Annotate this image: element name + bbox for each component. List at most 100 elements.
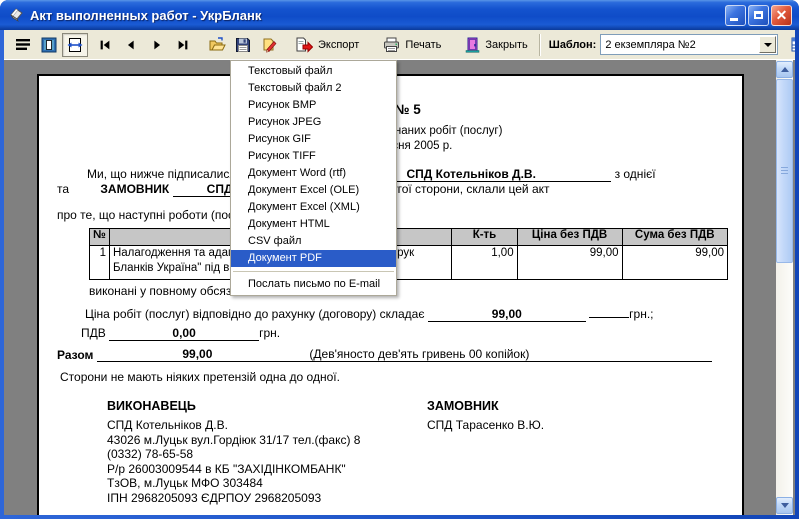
page-view-icon [41, 37, 57, 53]
parties-section: ВИКОНАВЕЦЬ СПД Котельніков Д.В. 43026 м.… [107, 399, 728, 505]
cell-qty: 1,00 [452, 246, 517, 280]
window-title: Акт выполненных работ - УкрБланк [30, 8, 725, 23]
cell-price: 99,00 [517, 246, 622, 280]
save-button[interactable] [230, 33, 256, 57]
close-preview-button[interactable]: Закрыть [460, 33, 532, 57]
minimize-icon [730, 18, 738, 21]
designer-button[interactable]: Дизайнер [786, 33, 795, 57]
app-window: Акт выполненных работ - УкрБланк ✕ [0, 0, 799, 519]
menu-item-html[interactable]: Документ HTML [231, 216, 396, 233]
after-table-note: виконані у повному обсязі. [89, 284, 728, 299]
app-icon [7, 6, 25, 24]
intro-line1-text: Ми, що нижче підписалися, [87, 167, 239, 181]
price-line-suffix: грн.; [629, 307, 653, 321]
last-page-button[interactable] [170, 33, 196, 57]
close-preview-label: Закрыть [485, 39, 527, 51]
page-width-view-button[interactable] [62, 33, 88, 57]
close-window-button[interactable]: ✕ [771, 5, 792, 26]
scroll-down-button[interactable] [776, 497, 793, 514]
customer-role-label: ЗАМОВНИК [100, 182, 169, 196]
menu-item-bmp[interactable]: Рисунок BMP [231, 97, 396, 114]
scrollbar-thumb[interactable] [776, 79, 793, 263]
vertical-scrollbar[interactable] [776, 60, 793, 515]
total-in-words: (Дев'яносто дев'ять гривень 00 копійок) [297, 347, 712, 362]
menu-separator [233, 271, 394, 272]
prev-page-button[interactable] [118, 33, 144, 57]
executor-line: СПД Котельніков Д.В. [107, 418, 427, 433]
save-icon [235, 37, 251, 53]
menu-item-jpeg[interactable]: Рисунок JPEG [231, 114, 396, 131]
executor-line: (0332) 78-65-58 [107, 447, 427, 462]
price-value-field: 99,00 [428, 308, 586, 322]
intro-line2-text: та [57, 182, 69, 196]
executor-line: ІПН 2968205093 ЄДРПОУ 2968205093 [107, 491, 427, 506]
vat-line: ПДВ 0,00грн. [81, 326, 728, 341]
template-combobox-value: 2 екземпляра №2 [605, 39, 695, 51]
first-page-icon [98, 38, 112, 52]
page-settings-button[interactable] [256, 33, 282, 57]
last-page-icon [176, 38, 190, 52]
price-line-text: Ціна робіт (послуг) відповідно до рахунк… [85, 307, 424, 321]
scroll-up-button[interactable] [776, 61, 793, 78]
toolbar-separator [539, 34, 541, 56]
minimize-button[interactable] [725, 5, 746, 26]
page-settings-icon [261, 37, 277, 53]
scrollbar-grip-icon [781, 167, 788, 175]
vat-value-field: 0,00 [109, 327, 259, 341]
next-page-icon [150, 38, 164, 52]
window-frame: Экспорт Печать [0, 30, 799, 519]
customer-title: ЗАМОВНИК [427, 399, 544, 413]
combobox-dropdown-icon[interactable] [759, 36, 776, 53]
page-width-icon [67, 37, 83, 53]
executor-line: 43026 м.Луцьк вул.Гордіюк 31/17 тел.(фак… [107, 433, 427, 448]
menu-item-text-file[interactable]: Текстовый файл [231, 63, 396, 80]
customer-line: СПД Тарасенко В.Ю. [427, 418, 544, 433]
toolbar: Экспорт Печать [4, 30, 795, 60]
menu-item-word-rtf[interactable]: Документ Word (rtf) [231, 165, 396, 182]
open-file-icon [209, 37, 226, 53]
text-view-icon [15, 37, 31, 53]
cell-num: 1 [90, 246, 110, 280]
first-page-button[interactable] [92, 33, 118, 57]
template-label: Шаблон: [549, 39, 597, 51]
menu-item-tiff[interactable]: Рисунок TIFF [231, 148, 396, 165]
template-combobox[interactable]: 2 екземпляра №2 [600, 34, 778, 55]
works-table-row: 1 Налагодження та адаптація програмного … [90, 246, 728, 280]
maximize-button[interactable] [748, 5, 769, 26]
maximize-icon [754, 11, 763, 19]
menu-item-excel-ole[interactable]: Документ Excel (OLE) [231, 182, 396, 199]
executor-line: ТзОВ, м.Луцьк МФО 303484 [107, 476, 427, 491]
menu-item-gif[interactable]: Рисунок GIF [231, 131, 396, 148]
menu-item-csv[interactable]: CSV файл [231, 233, 396, 250]
claims-line: Сторони не мають ніяких претензій одна д… [57, 370, 728, 385]
col-header-qty: К-ть [452, 229, 517, 246]
executor-line: Р/р 26003009544 в КБ "ЗАХІДІНКОМБАНК" [107, 462, 427, 477]
menu-item-email[interactable]: Послать письмо по E-mail [231, 276, 396, 293]
price-line: Ціна робіт (послуг) відповідно до рахунк… [85, 307, 728, 322]
cell-sum: 99,00 [622, 246, 727, 280]
next-page-button[interactable] [144, 33, 170, 57]
customer-block: ЗАМОВНИК СПД Тарасенко В.Ю. [427, 399, 544, 505]
menu-item-excel-xml[interactable]: Документ Excel (XML) [231, 199, 396, 216]
text-view-button[interactable] [10, 33, 36, 57]
open-button[interactable] [204, 33, 230, 57]
menu-item-pdf[interactable]: Документ PDF [231, 250, 396, 267]
works-table-header-row: № К-ть Ціна без ПДВ Сума без ПДВ [90, 229, 728, 246]
print-button[interactable]: Печать [378, 33, 446, 57]
export-button-label: Экспорт [318, 39, 359, 51]
executor-block: ВИКОНАВЕЦЬ СПД Котельніков Д.В. 43026 м.… [107, 399, 427, 505]
total-line: Разом 99,00 (Дев'яносто дев'ять гривень … [57, 347, 712, 362]
export-button[interactable]: Экспорт [290, 33, 364, 57]
print-icon [383, 37, 400, 53]
scroll-down-icon [781, 503, 789, 512]
titlebar: Акт выполненных работ - УкрБланк ✕ [0, 0, 799, 30]
export-menu: Текстовый файл Текстовый файл 2 Рисунок … [230, 60, 397, 296]
total-value-field: 99,00 [97, 348, 297, 362]
executor-title: ВИКОНАВЕЦЬ [107, 399, 427, 413]
col-header-num: № [90, 229, 110, 246]
whole-page-view-button[interactable] [36, 33, 62, 57]
menu-item-text-file-2[interactable]: Текстовый файл 2 [231, 80, 396, 97]
col-header-price: Ціна без ПДВ [517, 229, 622, 246]
scroll-up-icon [781, 63, 789, 72]
intro-line1-tail: з однієї [615, 167, 656, 181]
